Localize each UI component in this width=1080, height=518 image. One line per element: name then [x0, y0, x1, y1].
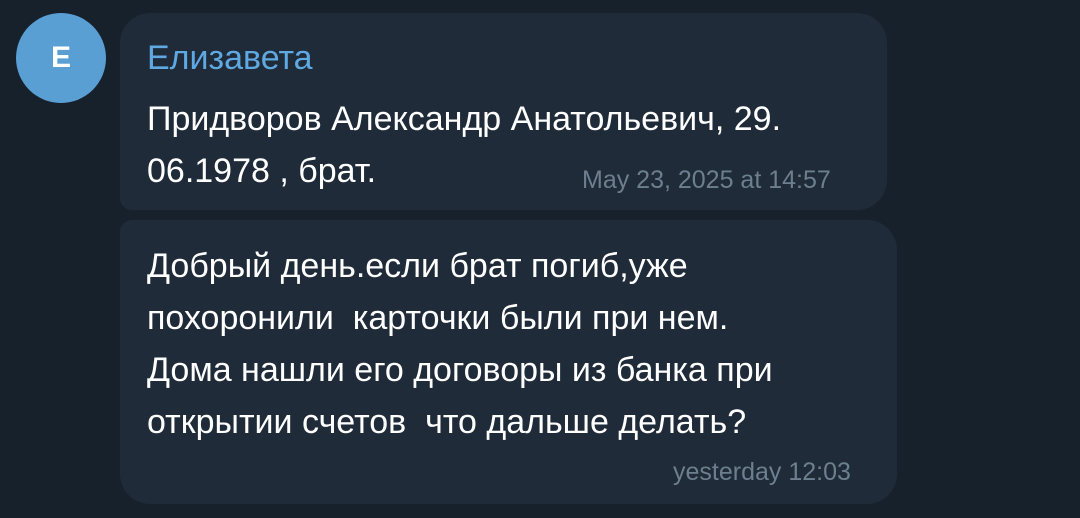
avatar-letter: Е [50, 41, 71, 74]
message-bubble[interactable]: Добрый день.если брат погиб,уже похорони… [120, 220, 897, 504]
sender-name[interactable]: Елизавета [147, 38, 313, 78]
message-bubble[interactable]: Елизавета Придворов Александр Анатольеви… [120, 13, 887, 210]
message-text: Добрый день.если брат погиб,уже похорони… [147, 247, 773, 441]
sender-avatar[interactable]: Е [16, 13, 106, 103]
message-timestamp: May 23, 2025 at 14:57 [582, 166, 831, 194]
message-timestamp: yesterday 12:03 [673, 458, 851, 486]
chat-view: Е Елизавета Придворов Александр Анатолье… [0, 0, 1080, 518]
